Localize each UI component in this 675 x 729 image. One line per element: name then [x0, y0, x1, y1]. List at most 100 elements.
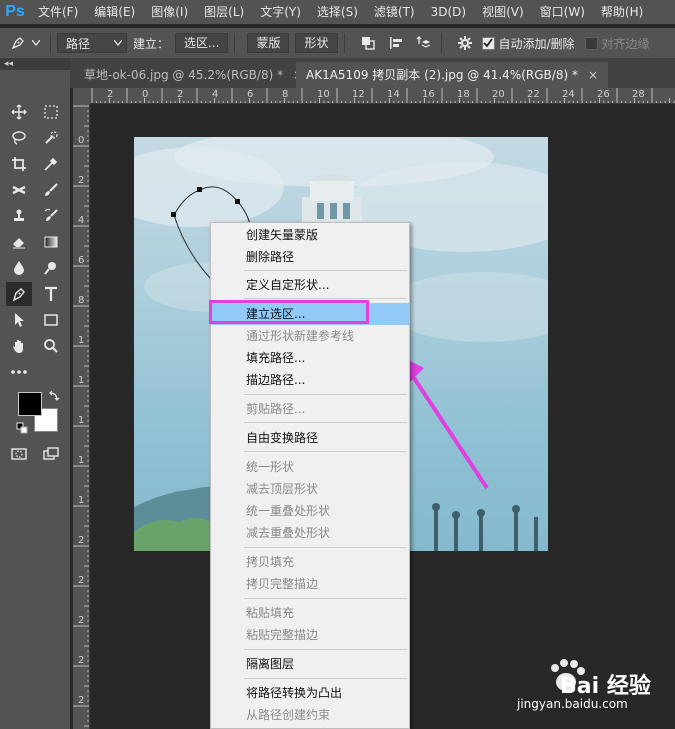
ruler-tick-label: 2 — [177, 89, 184, 100]
tool-mode-select[interactable]: 路径 — [57, 33, 127, 53]
path-selection-tool-icon[interactable] — [6, 308, 32, 332]
move-tool-icon[interactable] — [6, 100, 32, 124]
menu-separator — [244, 451, 407, 452]
document-tabs: 草地-ok-06.jpg @ 45.2%(RGB/8) *× AK1A5109 … — [70, 58, 675, 88]
ctx-isolate-layers[interactable]: 隔离图层 — [211, 653, 409, 675]
history-brush-tool-icon[interactable] — [38, 204, 64, 228]
blur-tool-icon[interactable] — [6, 256, 32, 280]
ruler-tick-label: 26 — [597, 89, 610, 100]
panel-collapse-toggle[interactable]: ◂◂ — [0, 58, 70, 70]
ruler-tick-label: 4 — [212, 89, 219, 100]
menu-type[interactable]: 文字(Y) — [252, 0, 309, 24]
eraser-tool-icon[interactable] — [6, 230, 32, 254]
ruler-tick-label: 18 — [457, 89, 470, 100]
quick-mask-icon[interactable] — [6, 442, 32, 466]
path-operations-icon[interactable] — [357, 33, 379, 53]
more-tools-icon[interactable] — [6, 360, 32, 384]
ruler-tick-label: 2 — [107, 89, 114, 100]
ruler-tick-label: 28 — [632, 89, 645, 100]
ruler-tick-label: 6 — [78, 255, 85, 266]
screen-mode-icon[interactable] — [38, 442, 64, 466]
ctx-unite-overlapping: 统一重叠处形状 — [246, 504, 331, 518]
eyedropper-tool-icon[interactable] — [38, 152, 64, 176]
ruler-tick-label: 1 — [78, 495, 85, 506]
make-selection-button[interactable]: 选区... — [175, 33, 229, 53]
ctx-define-custom-shape[interactable]: 定义自定形状... — [211, 274, 409, 296]
path-arrangement-icon[interactable] — [413, 33, 435, 53]
photoshop-logo: Ps — [5, 3, 25, 20]
ruler-tick-label: 10 — [317, 89, 330, 100]
ruler-tick-label: 22 — [527, 89, 540, 100]
ctx-convert-path-to-extrusion[interactable]: 将路径转换为凸出 — [211, 682, 409, 704]
healing-brush-tool-icon[interactable] — [6, 178, 32, 202]
make-mask-button[interactable]: 蒙版 — [247, 33, 290, 53]
tool-mode-value: 路径 — [66, 36, 91, 51]
ctx-delete-path[interactable]: 删除路径 — [211, 246, 409, 268]
ctx-copy-complete-stroke: 拷贝完整描边 — [246, 577, 319, 591]
auto-add-delete-checkbox[interactable] — [481, 36, 495, 50]
brush-tool-icon[interactable] — [38, 178, 64, 202]
ruler-tick-label: 24 — [562, 89, 575, 100]
menu-separator — [244, 298, 407, 299]
hand-tool-icon[interactable] — [6, 334, 32, 358]
ruler-tick-label: 8 — [78, 295, 85, 306]
chevron-down-icon[interactable] — [28, 33, 44, 53]
foreground-color-swatch[interactable] — [18, 392, 42, 416]
chevron-down-icon — [114, 40, 122, 46]
ctx-stroke-path[interactable]: 描边路径... — [211, 369, 409, 391]
pen-tool-icon[interactable] — [6, 282, 32, 306]
ctx-subtract-overlapping: 减去重叠处形状 — [246, 526, 331, 540]
menu-help[interactable]: 帮助(H) — [593, 0, 651, 24]
zoom-tool-icon[interactable] — [38, 334, 64, 358]
ruler-tick-label: 6 — [247, 89, 254, 100]
menu-file[interactable]: 文件(F) — [30, 0, 86, 24]
ctx-free-transform-path[interactable]: 自由变换路径 — [211, 427, 409, 449]
menu-layer[interactable]: 图层(L) — [196, 0, 252, 24]
tab-grass-image[interactable]: 草地-ok-06.jpg @ 45.2%(RGB/8) *× — [74, 62, 313, 88]
tab-ak1a5109-image[interactable]: AK1A5109 拷贝副本 (2).jpg @ 41.4%(RGB/8) * × — [296, 62, 609, 88]
ruler-tick-label: 1 — [78, 375, 85, 386]
menu-view[interactable]: 视图(V) — [474, 0, 532, 24]
default-colors-icon[interactable] — [16, 422, 28, 434]
rectangle-tool-icon[interactable] — [38, 308, 64, 332]
menu-edit[interactable]: 编辑(E) — [86, 0, 143, 24]
make-shape-button[interactable]: 形状 — [295, 33, 338, 53]
menu-separator — [244, 422, 407, 423]
ctx-unite-shapes: 统一形状 — [246, 460, 295, 474]
gradient-tool-icon[interactable] — [38, 230, 64, 254]
gear-icon[interactable] — [454, 33, 476, 53]
lasso-tool-icon[interactable] — [6, 126, 32, 150]
clone-stamp-tool-icon[interactable] — [6, 204, 32, 228]
swap-colors-icon[interactable] — [48, 390, 60, 402]
ctx-copy-fill: 拷贝填充 — [246, 555, 295, 569]
ruler-tick-label: 2 — [78, 535, 85, 546]
crop-tool-icon[interactable] — [6, 152, 32, 176]
ruler-tick-label: 2 — [78, 655, 85, 666]
menu-separator — [244, 547, 407, 548]
menu-window[interactable]: 窗口(W) — [532, 0, 593, 24]
divider — [234, 33, 236, 53]
ctx-subtract-front-shape: 减去顶层形状 — [246, 482, 319, 496]
type-tool-icon[interactable] — [38, 282, 64, 306]
close-icon[interactable]: × — [588, 68, 598, 82]
menu-3d[interactable]: 3D(D) — [423, 0, 474, 24]
ruler-tick-label: 16 — [422, 89, 435, 100]
vertical-ruler: 0 2 4 6 8 1 1 1 1 1 2 2 2 2 2 — [73, 104, 90, 729]
menu-bar: Ps 文件(F) 编辑(E) 图像(I) 图层(L) 文字(Y) 选择(S) 滤… — [0, 0, 675, 24]
align-edges-checkbox — [584, 36, 598, 50]
path-alignment-icon[interactable] — [385, 33, 407, 53]
ruler-tick-label: 20 — [492, 89, 505, 100]
quick-selection-tool-icon[interactable] — [38, 126, 64, 150]
divider — [440, 33, 442, 53]
marquee-tool-icon[interactable] — [38, 100, 64, 124]
pen-icon[interactable] — [8, 33, 28, 53]
menu-select[interactable]: 选择(S) — [309, 0, 366, 24]
ruler-corner — [73, 88, 90, 104]
dodge-tool-icon[interactable] — [38, 256, 64, 280]
ctx-fill-path[interactable]: 填充路径... — [211, 347, 409, 369]
menu-image[interactable]: 图像(I) — [143, 0, 196, 24]
ctx-make-vector-mask[interactable]: 创建矢量蒙版 — [211, 224, 409, 246]
menu-filter[interactable]: 滤镜(T) — [366, 0, 423, 24]
menu-separator — [244, 598, 407, 599]
ruler-tick-label: 1 — [78, 335, 85, 346]
